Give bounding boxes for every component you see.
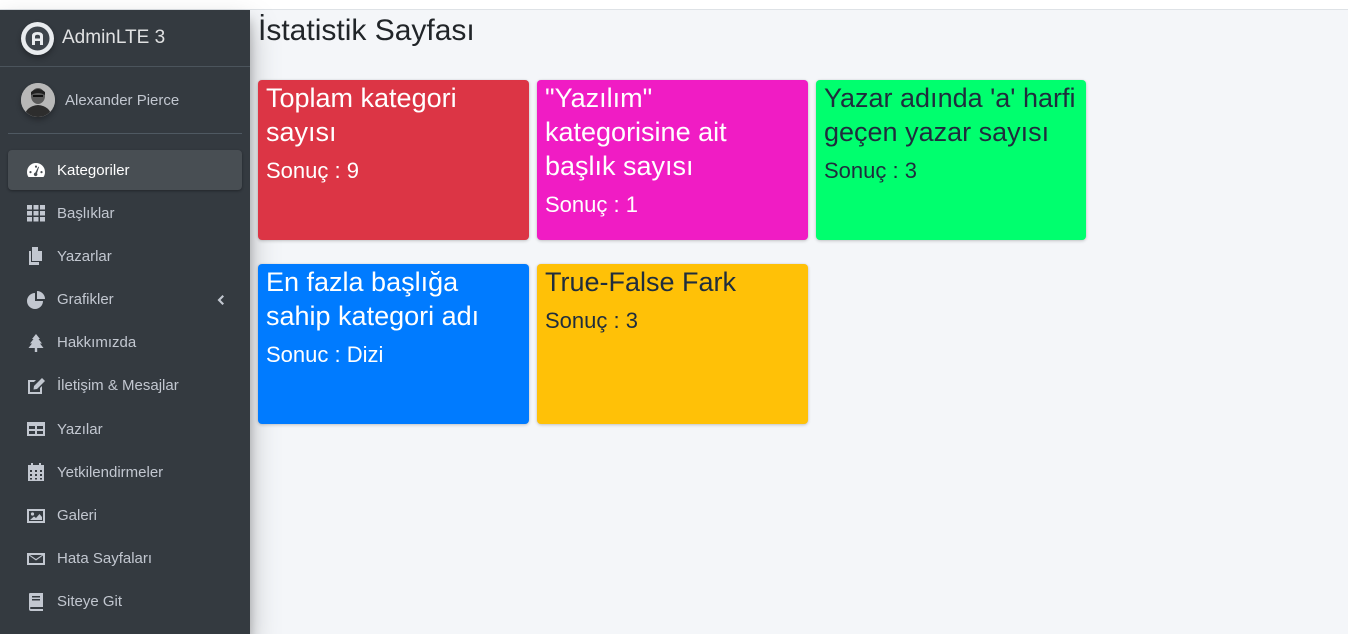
sidebar-item-grafikler[interactable]: Grafikler [8,280,242,320]
stat-box-result: Sonuç : 1 [545,192,638,217]
tree-icon [26,333,48,353]
sidebar-item-yetkilendirmeler[interactable]: Yetkilendirmeler [8,452,242,492]
main-sidebar: AdminLTE 3 Alexander Pierce Kategoriler [0,10,250,634]
stat-box-yazilim-baslik: "Yazılım" kategorisine ait başlık sayısı… [537,80,808,240]
stat-box-true-false-fark: True-False Fark Sonuç : 3 [537,264,808,424]
chevron-left-icon[interactable] [214,292,226,308]
stat-box-title: En fazla başlığa sahip kategori adı [266,267,480,331]
sidebar-item-yazilar[interactable]: Yazılar [8,409,242,449]
user-avatar [21,83,55,117]
stat-box-result: Sonuç : 3 [545,308,638,333]
sidebar-item-siteye-git[interactable]: Siteye Git [8,582,242,622]
book-icon [26,592,48,612]
stat-box-result: Sonuc : Dizi [266,342,384,367]
sidebar-menu: Kategoriler Başlıklar Yazarlar Grafikler [0,134,250,622]
th-icon [26,203,48,223]
sidebar-item-label: Yazarlar [57,247,112,265]
stat-box-toplam-kategori: Toplam kategori sayısı Sonuç : 9 [258,80,529,240]
tachometer-icon [26,160,48,180]
sidebar-item-label: Yazılar [57,420,103,438]
sidebar-item-label: Yetkilendirmeler [57,463,164,481]
stat-box-result: Sonuç : 3 [824,158,917,183]
sidebar-item-kategoriler[interactable]: Kategoriler [8,150,242,190]
table-icon [26,419,48,439]
image-icon [26,506,48,526]
sidebar-item-label: Siteye Git [57,593,123,611]
sidebar-item-label: Galeri [57,507,98,524]
stat-box-result: Sonuç : 9 [266,158,359,183]
stat-box-title: Toplam kategori sayısı [266,83,457,147]
sidebar-item-basliklar[interactable]: Başlıklar [8,193,242,233]
calendar-icon [26,462,48,482]
sidebar-item-label: Grafikler [57,291,114,309]
edit-icon [26,376,48,396]
sidebar-item-hata-sayfalari[interactable]: Hata Sayfaları [8,539,242,579]
chart-pie-icon [26,290,48,310]
content-wrapper: İstatistik Sayfası [258,10,475,54]
sidebar-item-label: İletişim & Mesajlar [57,377,179,395]
stat-box-yazar-a-harfi: Yazar adında 'a' harfi geçen yazar sayıs… [816,80,1086,240]
stat-box-en-fazla-baslik: En fazla başlığa sahip kategori adı Sonu… [258,264,529,424]
user-panel[interactable]: Alexander Pierce [8,67,242,134]
adminlte-logo-icon [21,21,54,55]
brand-link[interactable]: AdminLTE 3 [0,10,250,67]
copy-icon [26,246,48,266]
stat-box-title: Yazar adında 'a' harfi geçen yazar sayıs… [824,83,1076,147]
sidebar-item-yazarlar[interactable]: Yazarlar [8,236,242,276]
sidebar-item-galeri[interactable]: Galeri [8,496,242,536]
top-navbar-edge [0,0,1348,10]
sidebar-item-label: Hata Sayfaları [57,550,153,568]
brand-text: AdminLTE 3 [62,27,166,48]
page-title: İstatistik Sayfası [258,14,475,47]
sidebar-item-label: Kategoriler [57,161,130,179]
sidebar-item-iletisim-mesajlar[interactable]: İletişim & Mesajlar [8,366,242,406]
stat-box-title: "Yazılım" kategorisine ait başlık sayısı [545,83,727,181]
sidebar-item-hakkimizda[interactable]: Hakkımızda [8,323,242,363]
stat-box-title: True-False Fark [545,267,737,297]
sidebar-item-label: Başlıklar [57,204,115,222]
sidebar-item-label: Hakkımızda [57,334,137,352]
user-name: Alexander Pierce [65,91,180,109]
envelope-icon [26,549,48,569]
